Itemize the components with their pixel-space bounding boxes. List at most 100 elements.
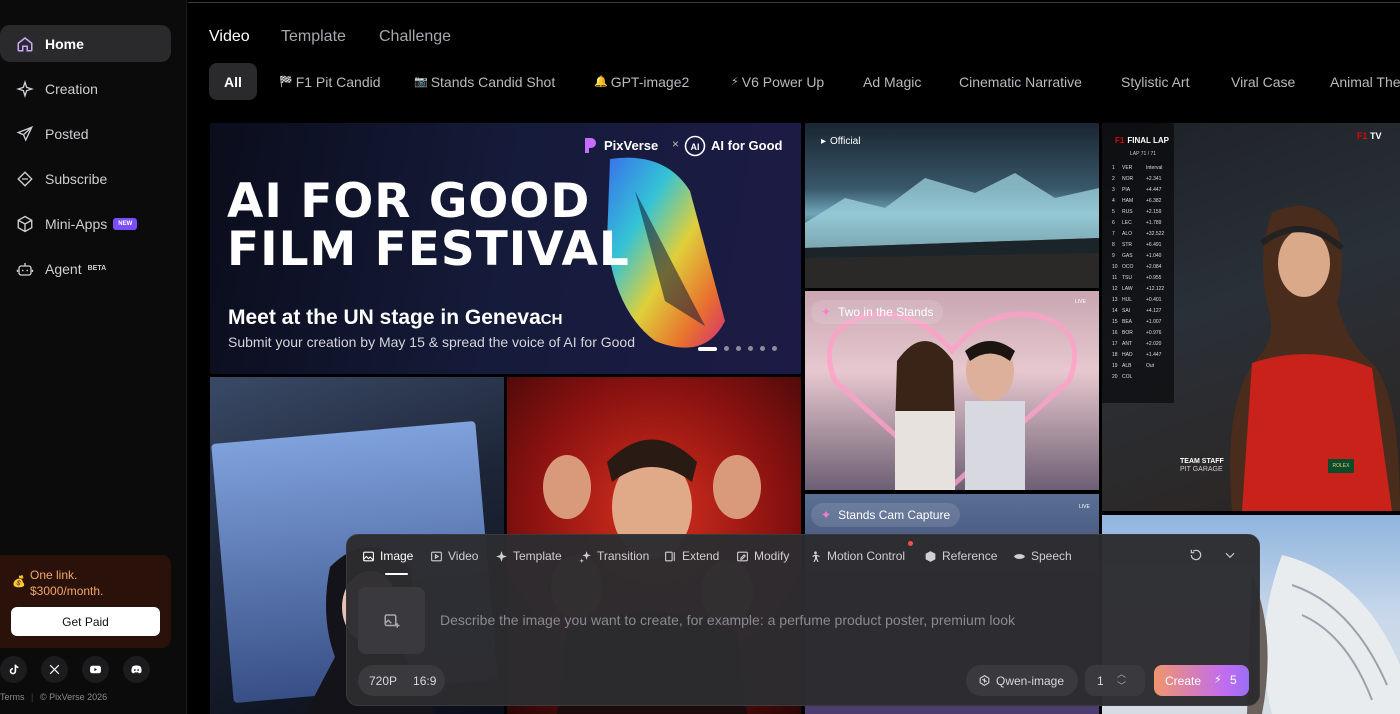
bell-icon: 🔔 [594,76,608,88]
timing-position: 11 [1112,275,1118,281]
get-paid-button[interactable]: Get Paid [11,607,160,636]
reference-icon [925,550,936,562]
chevron-down-icon[interactable] [1223,548,1237,562]
youtube-link[interactable] [82,656,109,683]
chip-v6-power-up[interactable]: ⚡ V6 Power Up [731,63,824,100]
timing-position: 15 [1112,319,1118,325]
glacier-video-tile[interactable]: ▸ Official [805,123,1099,288]
chip-f1-pit-candid[interactable]: 🏁 F1 Pit Candid [279,63,381,100]
timing-driver: COL [1122,374,1133,380]
mode-template[interactable]: Template [495,548,562,564]
chip-ad-magic[interactable]: Ad Magic [863,63,921,100]
timing-rows: 1 VER Interval 2 NOR +2.341 3 PIA +4.447 4 HAM +6.3… [1112,163,1174,383]
robot-icon [16,262,34,276]
terms-link[interactable]: Terms [0,692,25,702]
hero-banner[interactable]: PixVerse × AI AI for Good AI FOR GOOD FI… [210,123,801,374]
chip-label: Stylistic Art [1121,73,1190,90]
pixverse-logo-icon [585,138,596,153]
prompt-input[interactable]: Describe the image you want to create, f… [440,612,1015,628]
sidebar: Home Creation Posted Subscribe Mini-Apps… [0,0,187,714]
chip-cinematic-narrative[interactable]: Cinematic Narrative [959,63,1082,100]
f1-pit-video-tile[interactable]: F1 FINAL LAP LAP 71 / 71 1 VER Interval 2 NOR… [1102,123,1400,511]
mode-speech[interactable]: Speech [1013,548,1072,564]
carousel-dot[interactable] [760,346,765,351]
extend-icon [665,551,675,561]
count-stepper[interactable]: 1 ︿ ﹀ [1085,665,1145,696]
carousel-dot[interactable] [736,346,741,351]
model-selector[interactable]: Qwen-image [966,665,1078,696]
lightning-icon: ⚡ [731,76,739,88]
sparkle-icon: ✦ [821,508,832,522]
aspect-ratio-value[interactable]: 16:9 [413,674,436,688]
resolution-value[interactable]: 720P [369,674,397,688]
tab-video[interactable]: Video [209,28,250,46]
chevron-down-icon[interactable]: ﹀ [1117,679,1126,692]
video-icon [431,551,442,561]
sidebar-item-home[interactable]: Home [0,25,171,62]
chip-label: All [224,73,242,90]
chip-animal-theme[interactable]: Animal The [1330,63,1400,100]
chip-stylistic-art[interactable]: Stylistic Art [1121,63,1189,100]
x-link[interactable] [41,656,68,683]
timing-driver: VER [1122,165,1133,171]
mode-label: Extend [682,549,720,563]
timing-position: 18 [1112,352,1118,358]
mode-video[interactable]: Video [430,548,478,564]
create-button[interactable]: Create ⚡ 5 [1154,665,1249,696]
sparkle-icon: ✦ [821,305,832,319]
mode-image[interactable]: Image [362,548,413,564]
home-icon [17,36,33,51]
cube-icon [17,215,33,232]
mode-motion-control[interactable]: Motion Control [809,541,914,564]
lightning-icon: ⚡ [1214,674,1222,686]
chip-viral-case[interactable]: Viral Case [1231,63,1295,100]
modify-icon [737,551,748,561]
promo-line-1: One link. [30,568,78,582]
sidebar-item-label: Home [45,35,84,52]
chip-gpt-image2[interactable]: 🔔 GPT-image2 [594,63,689,100]
two-in-the-stands-tile[interactable]: ✦ Two in the Stands LIVE [805,291,1099,490]
tab-challenge[interactable]: Challenge [379,28,451,46]
sidebar-item-agent[interactable]: Agent BETA [0,250,171,287]
speech-icon [1014,553,1025,559]
timing-row: 20 COL [1112,372,1174,383]
sidebar-item-subscribe[interactable]: Subscribe [0,160,171,197]
top-divider [188,2,1400,3]
sidebar-item-creation[interactable]: Creation [0,70,171,107]
timing-position: 13 [1112,297,1118,303]
reset-icon[interactable] [1189,548,1203,562]
timing-driver: GAS [1122,253,1133,259]
prompt-composer: Image Video Template Transition Extend M… [346,534,1260,706]
timing-row: 13 HUL +0.401 [1112,295,1174,306]
timing-driver: OCO [1122,264,1134,270]
tiktok-link[interactable] [0,656,27,683]
timing-position: 7 [1112,231,1115,237]
chip-stands-candid-shot[interactable]: 📷 Stands Candid Shot [414,63,555,100]
carousel-dot[interactable] [724,346,729,351]
timing-row: 5 RUS +2.159 [1112,207,1174,218]
discord-icon [131,665,142,674]
mode-label: Modify [754,549,790,563]
timing-row: 9 GAS +1.040 [1112,251,1174,262]
carousel-dot[interactable] [698,346,717,351]
timing-position: 9 [1112,253,1115,259]
mode-reference[interactable]: Reference [924,548,997,564]
mode-transition[interactable]: Transition [579,548,649,564]
sidebar-item-posted[interactable]: Posted [0,115,171,152]
settings-pill[interactable]: 720P 16:9 [358,665,445,696]
discord-link[interactable] [123,656,150,683]
image-upload-button[interactable] [358,587,425,654]
banner-title-line-1: AI FOR GOOD [227,174,591,229]
mode-extend[interactable]: Extend [664,548,719,564]
chip-all[interactable]: All [209,63,257,100]
timing-position: 3 [1112,187,1115,193]
pit-garage-text: PIT GARAGE [1180,466,1223,473]
carousel-dot[interactable] [772,346,777,351]
two-in-the-stands-label: ✦ Two in the Stands [811,300,944,324]
banner-title: AI FOR GOOD FILM FESTIVAL [227,178,630,274]
ai-for-good-logo-icon: AI [684,135,706,157]
carousel-dot[interactable] [748,346,753,351]
sidebar-item-mini-apps[interactable]: Mini-Apps NEW [0,205,171,242]
tab-template[interactable]: Template [281,28,346,46]
mode-modify[interactable]: Modify [736,548,789,564]
